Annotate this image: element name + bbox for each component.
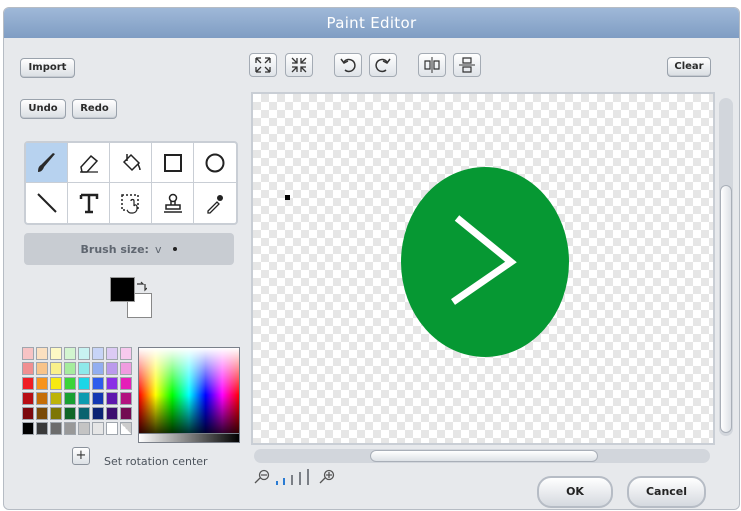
chevron-down-icon[interactable]: v (155, 243, 162, 256)
swatch[interactable] (50, 362, 62, 375)
swatch[interactable] (106, 407, 118, 420)
swatch[interactable] (50, 407, 62, 420)
text-tool-icon[interactable] (68, 183, 110, 223)
grow-icon[interactable] (249, 53, 277, 77)
redo-button[interactable]: Redo (72, 99, 117, 119)
line-tool-icon[interactable] (26, 183, 68, 223)
swatch[interactable] (120, 407, 132, 420)
swatch[interactable] (36, 392, 48, 405)
cancel-button[interactable]: Cancel (627, 476, 706, 508)
window-title: Paint Editor (4, 8, 739, 38)
swatch[interactable] (78, 347, 90, 360)
color-swatches (22, 347, 132, 441)
swatch[interactable] (22, 347, 34, 360)
swatch[interactable] (92, 362, 104, 375)
eyedropper-tool-icon[interactable] (194, 183, 236, 223)
swatch[interactable] (92, 392, 104, 405)
brush-size-control[interactable]: Brush size: v (24, 233, 234, 265)
rectangle-tool-icon[interactable] (152, 143, 194, 183)
rotation-center-label: Set rotation center (104, 455, 208, 468)
swatch[interactable] (36, 362, 48, 375)
clear-button[interactable]: Clear (667, 57, 711, 77)
swatch[interactable] (50, 347, 62, 360)
undo-icon[interactable] (334, 53, 362, 77)
swatch[interactable] (64, 392, 76, 405)
swap-colors-icon[interactable] (135, 278, 148, 292)
ellipse-tool-icon[interactable] (194, 143, 236, 183)
swatch[interactable] (22, 407, 34, 420)
swatch[interactable] (64, 377, 76, 390)
swatch[interactable] (50, 377, 62, 390)
plus-icon: + (75, 448, 87, 463)
color-spectrum-picker[interactable] (138, 347, 240, 443)
swatch[interactable] (36, 422, 48, 435)
brush-size-dot (173, 247, 178, 251)
swatch[interactable] (92, 377, 104, 390)
swatch[interactable] (120, 347, 132, 360)
swatch[interactable] (120, 377, 132, 390)
swatch[interactable] (64, 422, 76, 435)
swatch[interactable] (36, 347, 48, 360)
import-button[interactable]: Import (20, 58, 75, 78)
grayscale-bar[interactable] (138, 433, 240, 443)
vertical-scrollbar[interactable] (719, 98, 733, 436)
swatch[interactable] (106, 377, 118, 390)
swatch[interactable] (78, 422, 90, 435)
undo-button[interactable]: Undo (20, 99, 66, 119)
swatch[interactable] (92, 407, 104, 420)
drawing-canvas[interactable] (251, 92, 715, 445)
eraser-tool-icon[interactable] (68, 143, 110, 183)
zoom-in-icon[interactable] (319, 469, 337, 489)
swatch[interactable] (50, 392, 62, 405)
swatch[interactable] (22, 392, 34, 405)
redo-icon[interactable] (369, 53, 397, 77)
ok-button[interactable]: OK (537, 476, 613, 508)
swatch[interactable] (106, 392, 118, 405)
swatch[interactable] (92, 422, 104, 435)
stamp-tool-icon[interactable] (152, 183, 194, 223)
swatch[interactable] (106, 347, 118, 360)
swatch-transparent[interactable] (120, 422, 132, 435)
swatch[interactable] (36, 377, 48, 390)
swatch[interactable] (22, 377, 34, 390)
swatch[interactable] (92, 347, 104, 360)
shrink-icon[interactable] (285, 53, 313, 77)
paint-editor-dialog: Paint Editor Import Undo Redo Clear Brus… (3, 7, 740, 510)
flip-horizontal-icon[interactable] (418, 53, 446, 77)
tool-palette (24, 141, 238, 225)
swatch[interactable] (22, 422, 34, 435)
foreground-color-swatch[interactable] (110, 277, 135, 302)
black-dot (285, 195, 290, 200)
canvas-artwork (285, 167, 569, 357)
swatch[interactable] (120, 362, 132, 375)
swatch[interactable] (120, 392, 132, 405)
swatch[interactable] (106, 422, 118, 435)
select-tool-icon[interactable] (110, 183, 152, 223)
swatch[interactable] (36, 407, 48, 420)
swatch[interactable] (50, 422, 62, 435)
horizontal-scrollbar[interactable] (254, 449, 710, 463)
flip-vertical-icon[interactable] (453, 53, 481, 77)
horizontal-scroll-thumb[interactable] (370, 450, 598, 462)
swatch[interactable] (78, 407, 90, 420)
swatch[interactable] (106, 362, 118, 375)
swatch[interactable] (64, 407, 76, 420)
zoom-level-indicator[interactable] (274, 469, 314, 485)
brush-size-label: Brush size: (80, 242, 149, 256)
green-ellipse (401, 167, 569, 357)
swatch[interactable] (64, 347, 76, 360)
set-rotation-center-button[interactable]: + (72, 447, 90, 465)
swatch[interactable] (78, 362, 90, 375)
swatch[interactable] (64, 362, 76, 375)
fill-bucket-icon[interactable] (110, 143, 152, 183)
swatch[interactable] (78, 392, 90, 405)
zoom-out-icon[interactable] (254, 469, 272, 489)
swatch[interactable] (22, 362, 34, 375)
swatch[interactable] (78, 377, 90, 390)
brush-tool-icon[interactable] (26, 143, 68, 183)
vertical-scroll-thumb[interactable] (720, 185, 732, 433)
